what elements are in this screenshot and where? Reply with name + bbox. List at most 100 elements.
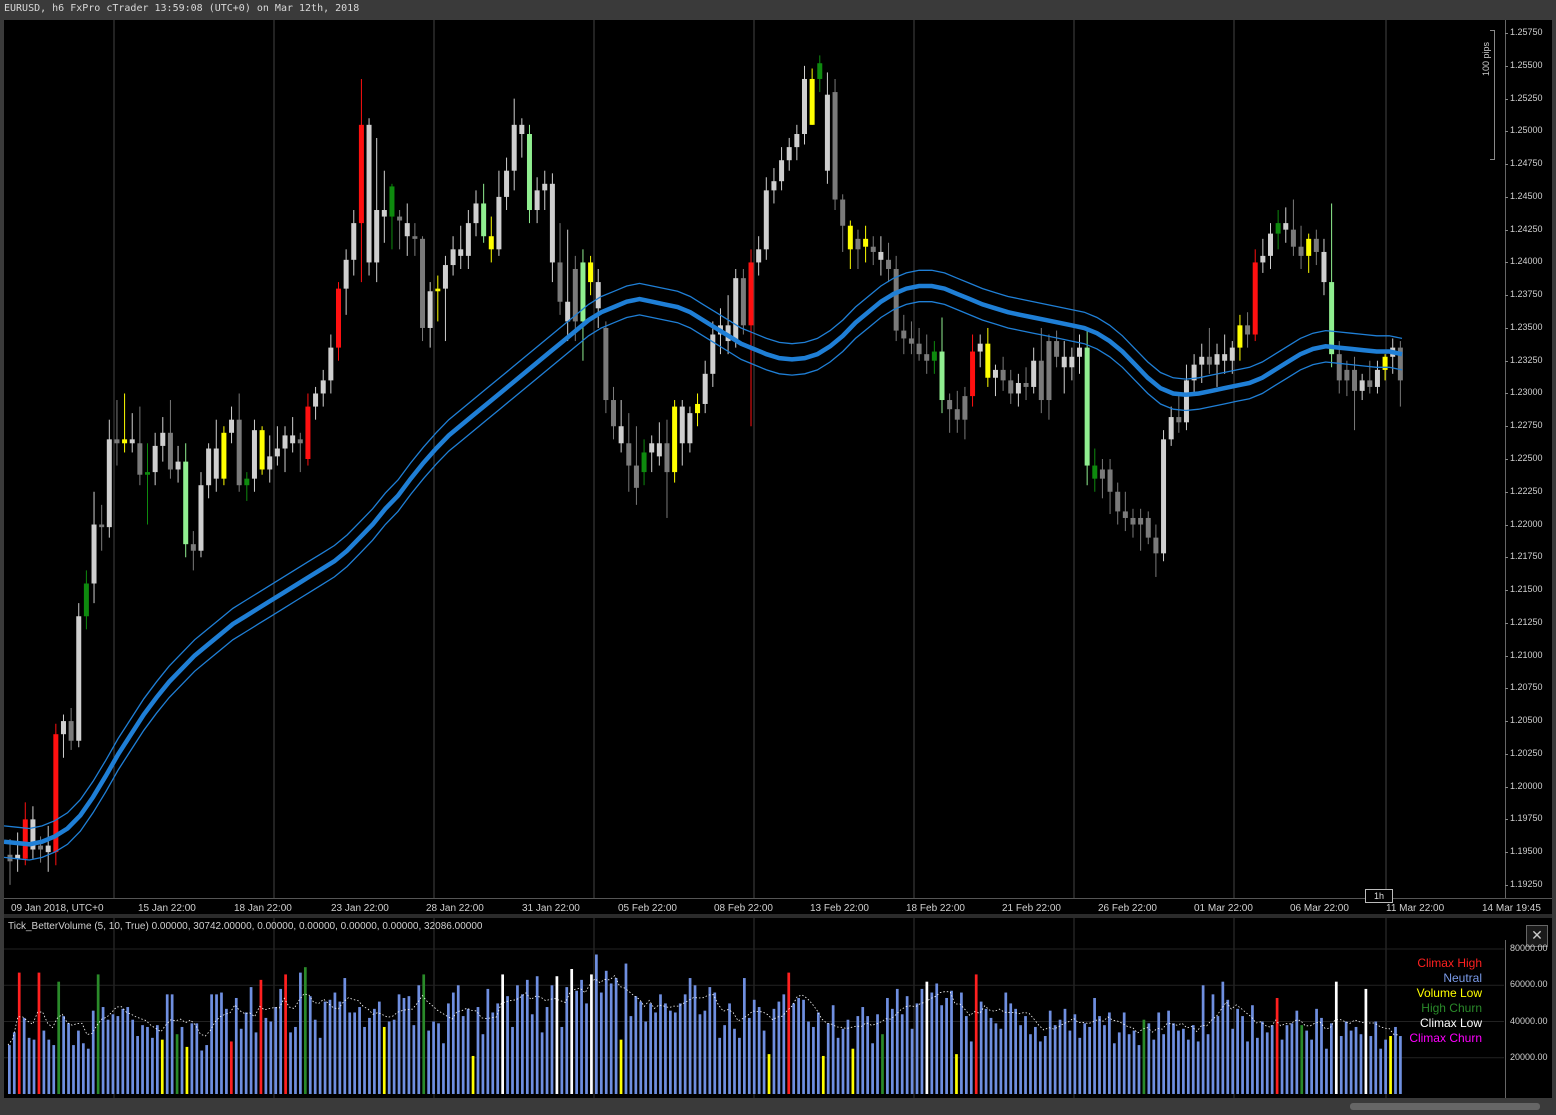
candle[interactable] bbox=[1038, 327, 1044, 414]
candle[interactable] bbox=[1122, 491, 1128, 532]
volume-bar[interactable] bbox=[1172, 1023, 1175, 1094]
candle[interactable] bbox=[970, 334, 976, 407]
volume-bar[interactable] bbox=[777, 1001, 781, 1094]
candle[interactable] bbox=[1000, 356, 1006, 391]
candle[interactable] bbox=[756, 236, 762, 276]
volume-bar[interactable] bbox=[757, 1007, 761, 1094]
volume-bar[interactable] bbox=[22, 1017, 26, 1094]
candle[interactable] bbox=[1183, 364, 1189, 431]
volume-bar[interactable] bbox=[1038, 1041, 1042, 1094]
candle[interactable] bbox=[122, 393, 128, 453]
candle[interactable] bbox=[15, 832, 21, 872]
candle[interactable] bbox=[992, 364, 998, 397]
volume-bar[interactable] bbox=[234, 997, 238, 1094]
candle[interactable] bbox=[1031, 347, 1037, 394]
candle[interactable] bbox=[1191, 354, 1197, 394]
volume-bar[interactable] bbox=[1043, 1036, 1047, 1094]
volume-bar[interactable] bbox=[565, 987, 569, 1094]
volume-bar[interactable] bbox=[1339, 1036, 1343, 1094]
volume-bar[interactable] bbox=[575, 990, 578, 1094]
candle[interactable] bbox=[1061, 341, 1067, 394]
volume-bar[interactable] bbox=[348, 1012, 352, 1094]
timeframe-badge[interactable]: 1h bbox=[1365, 889, 1393, 903]
volume-bar[interactable] bbox=[1320, 1017, 1323, 1094]
candle[interactable] bbox=[1237, 314, 1243, 361]
volume-bar[interactable] bbox=[1112, 1043, 1116, 1094]
volume-bar[interactable] bbox=[1093, 997, 1096, 1094]
candle[interactable] bbox=[1153, 524, 1159, 577]
volume-bar[interactable] bbox=[723, 1025, 726, 1094]
candle[interactable] bbox=[534, 177, 540, 224]
volume-bar[interactable] bbox=[195, 1023, 199, 1094]
volume-bar[interactable] bbox=[999, 1028, 1003, 1094]
volume-bar[interactable] bbox=[466, 1008, 470, 1094]
volume-bar[interactable] bbox=[96, 974, 100, 1094]
candle[interactable] bbox=[335, 282, 341, 361]
candle[interactable] bbox=[76, 603, 82, 748]
volume-bar[interactable] bbox=[787, 972, 791, 1094]
candle[interactable] bbox=[236, 393, 242, 492]
volume-bar[interactable] bbox=[1058, 1019, 1062, 1094]
volume-bar[interactable] bbox=[1369, 1036, 1373, 1094]
candle[interactable] bbox=[725, 295, 731, 355]
candle[interactable] bbox=[313, 386, 319, 420]
volume-bar[interactable] bbox=[846, 1019, 850, 1094]
candle[interactable] bbox=[557, 223, 563, 315]
volume-bar[interactable] bbox=[683, 994, 687, 1094]
candle[interactable] bbox=[221, 426, 227, 486]
volume-bar[interactable] bbox=[836, 1037, 840, 1094]
candle[interactable] bbox=[633, 426, 639, 505]
volume-bar[interactable] bbox=[525, 979, 529, 1094]
candle[interactable] bbox=[886, 242, 892, 283]
volume-bar[interactable] bbox=[294, 1026, 297, 1094]
volume-bar[interactable] bbox=[377, 1001, 381, 1094]
volume-bar[interactable] bbox=[289, 1032, 292, 1094]
volume-bar[interactable] bbox=[930, 992, 934, 1094]
candle[interactable] bbox=[702, 360, 708, 414]
volume-bar[interactable] bbox=[905, 996, 909, 1094]
volume-bar[interactable] bbox=[530, 1014, 534, 1094]
volume-bar[interactable] bbox=[269, 1021, 273, 1094]
volume-bar[interactable] bbox=[604, 970, 608, 1094]
volume-bar[interactable] bbox=[1399, 1036, 1402, 1094]
volume-bar[interactable] bbox=[1014, 1008, 1018, 1094]
volume-bar[interactable] bbox=[72, 1045, 75, 1094]
volume-bar[interactable] bbox=[1206, 1034, 1210, 1094]
volume-bar[interactable] bbox=[545, 1007, 549, 1094]
volume-bar[interactable] bbox=[1290, 1023, 1294, 1094]
volume-bar[interactable] bbox=[62, 1016, 65, 1094]
volume-bar[interactable] bbox=[664, 1003, 667, 1094]
candle[interactable] bbox=[840, 194, 846, 252]
candle[interactable] bbox=[1359, 373, 1365, 401]
volume-bar[interactable] bbox=[1374, 1021, 1378, 1094]
candle[interactable] bbox=[565, 229, 571, 342]
volume-bar[interactable] bbox=[1280, 1039, 1284, 1094]
volume-bar[interactable] bbox=[915, 1003, 919, 1094]
volume-bar[interactable] bbox=[1147, 1023, 1151, 1094]
volume-bar[interactable] bbox=[935, 983, 939, 1094]
volume-bar[interactable] bbox=[1315, 1008, 1318, 1094]
volume-bar[interactable] bbox=[1127, 1034, 1131, 1094]
volume-bar[interactable] bbox=[747, 1017, 751, 1094]
volume-bar[interactable] bbox=[678, 1003, 682, 1094]
volume-bar[interactable] bbox=[91, 1010, 95, 1094]
volume-bar[interactable] bbox=[284, 974, 287, 1094]
volume-bar[interactable] bbox=[37, 972, 41, 1094]
candle[interactable] bbox=[152, 432, 158, 486]
volume-bar[interactable] bbox=[368, 1017, 371, 1094]
volume-bar[interactable] bbox=[1024, 1016, 1027, 1094]
candle[interactable] bbox=[137, 406, 143, 486]
candle[interactable] bbox=[794, 124, 800, 161]
volume-bar[interactable] bbox=[851, 1048, 855, 1094]
volume-bar[interactable] bbox=[481, 1034, 485, 1094]
volume-bar[interactable] bbox=[955, 1054, 958, 1094]
candle[interactable] bbox=[229, 406, 235, 444]
volume-bar[interactable] bbox=[1379, 1048, 1383, 1094]
candle[interactable] bbox=[1275, 210, 1281, 250]
candle[interactable] bbox=[1130, 508, 1136, 538]
volume-bar[interactable] bbox=[1063, 1008, 1067, 1094]
volume-bar[interactable] bbox=[57, 981, 61, 1094]
volume-bar[interactable] bbox=[160, 1039, 164, 1094]
volume-bar[interactable] bbox=[131, 1019, 135, 1094]
candle[interactable] bbox=[442, 255, 448, 342]
